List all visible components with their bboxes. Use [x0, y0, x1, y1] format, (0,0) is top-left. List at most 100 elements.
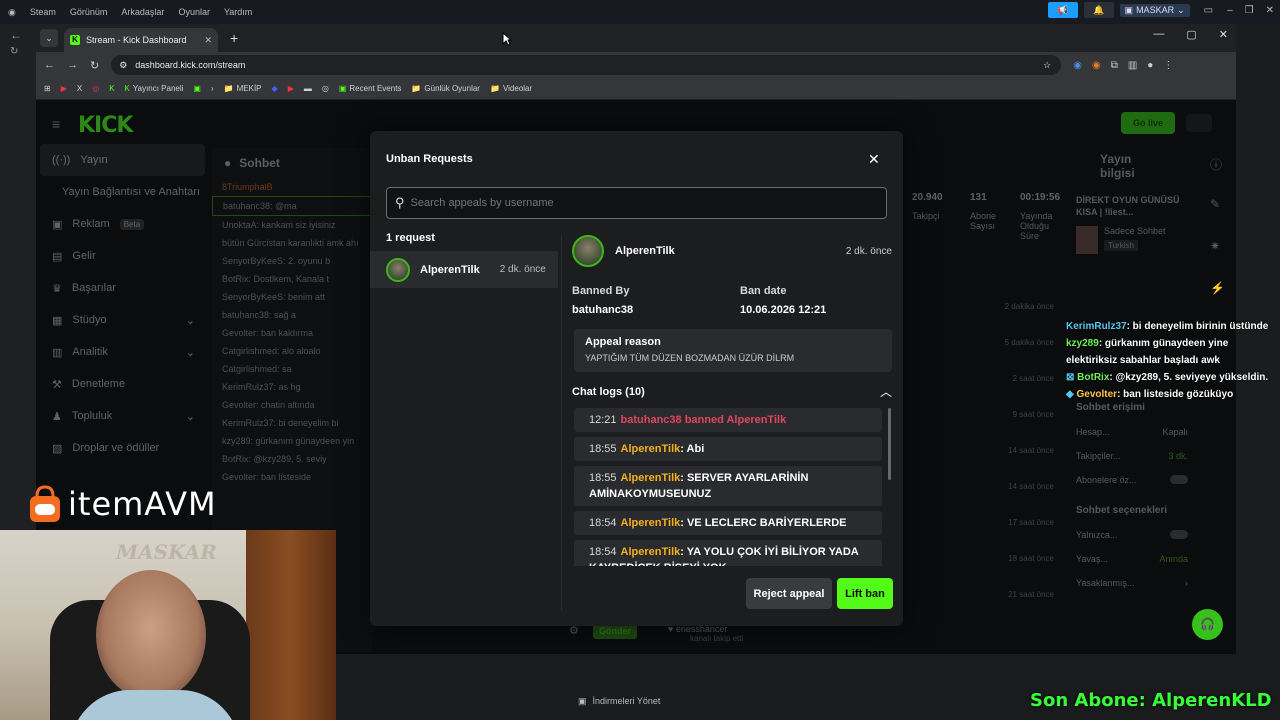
apps-grid-icon[interactable]: ⊞: [44, 84, 51, 93]
sidebar-item-yayin[interactable]: ((·)) Yayın: [40, 144, 205, 176]
reject-appeal-button[interactable]: Reject appeal: [746, 578, 832, 609]
sidebar-item-stream-key[interactable]: Yayın Bağlantısı ve Anahtarı: [40, 176, 205, 208]
download-manager-button[interactable]: ▣ İndirmeleri Yönet: [578, 696, 660, 707]
chat-logs-toggle[interactable]: Chat logs (10) ︿: [572, 383, 892, 400]
setting-row[interactable]: Hesap... Kapalı: [1076, 427, 1188, 437]
back-arrow-icon[interactable]: ←: [10, 28, 36, 42]
kick-logo[interactable]: KICK: [78, 113, 133, 138]
studio-icon: ▦: [52, 314, 63, 327]
bookmark-yayinci-paneli[interactable]: K Yayıncı Paneli: [125, 84, 184, 93]
extension-icon[interactable]: ◉: [1073, 60, 1082, 71]
forward-icon[interactable]: →: [67, 59, 78, 71]
x-icon[interactable]: X: [77, 84, 82, 93]
extension-icon[interactable]: ◉: [1092, 60, 1101, 71]
bookmark-videolar[interactable]: 📁 Videolar: [490, 84, 532, 93]
steam-user-menu[interactable]: ▣ MASKAR ⌄: [1119, 3, 1190, 17]
chat-message: KerimRulz37: bi deneyelim bi: [222, 418, 339, 428]
reload-icon[interactable]: ↻: [90, 59, 99, 72]
youtube-icon[interactable]: ▶: [61, 84, 67, 93]
setting-row[interactable]: Yasaklanmış... ›: [1076, 578, 1188, 588]
appeal-username: AlperenTilk: [615, 245, 675, 257]
instagram-icon[interactable]: ◎: [92, 84, 99, 93]
info-icon[interactable]: ⓘ: [1210, 156, 1232, 173]
megaphone-icon[interactable]: 📢: [1047, 2, 1078, 18]
toggle-switch[interactable]: [1170, 475, 1188, 484]
stream-overlay-chat: KerimRulz37: bi deneyelim birinin üstünd…: [1066, 318, 1280, 403]
sidebar-item-gelir[interactable]: ▤ Gelir: [40, 240, 205, 272]
sidebar-item-topluluk[interactable]: ♟ Topluluk ⌄: [40, 400, 205, 432]
toggle-switch[interactable]: [1170, 530, 1188, 539]
setting-row[interactable]: Yavaş... Anında: [1076, 554, 1188, 564]
lift-ban-button[interactable]: Lift ban: [837, 578, 893, 609]
sidebar-item-analitik[interactable]: ▥ Analitik ⌄: [40, 336, 205, 368]
setting-row[interactable]: Takipçiler... 3 dk.: [1076, 451, 1188, 461]
site-info-icon[interactable]: ⚙: [119, 60, 127, 71]
tab-close-icon[interactable]: ✕: [204, 35, 212, 46]
restore-icon[interactable]: ❐: [1245, 5, 1254, 16]
window-minimize-icon[interactable]: —: [1153, 28, 1164, 41]
request-list-item[interactable]: AlperenTilk 2 dk. önce: [370, 251, 558, 288]
bookmark-recent-events[interactable]: ▣ Recent Events: [339, 84, 402, 93]
bookmark-gunluk-oyunlar[interactable]: 📁 Günlük Oyunlar: [411, 84, 480, 93]
bookmark-icon[interactable]: ▣: [193, 84, 201, 93]
kick-bookmark-icon[interactable]: K: [109, 84, 114, 93]
beta-badge: Beta: [119, 218, 145, 230]
hamburger-icon[interactable]: ≡: [52, 116, 60, 132]
puzzle-icon[interactable]: ⧉: [1111, 60, 1118, 71]
bookmark-mekip[interactable]: 📁 MEKİP: [224, 84, 262, 93]
setting-row[interactable]: Abonelere öz...: [1076, 475, 1188, 485]
profile-avatar[interactable]: [1186, 114, 1212, 132]
chat-logs-scrollbar[interactable]: [888, 408, 891, 480]
steam-menu-help[interactable]: Yardım: [224, 7, 252, 17]
pencil-icon[interactable]: ✎: [1210, 197, 1232, 211]
bookmark-icon[interactable]: ›: [211, 84, 214, 93]
sidebar-item-studyo[interactable]: ▦ Stüdyo ⌄: [40, 304, 205, 336]
bolt-icon[interactable]: ⚡: [1210, 281, 1232, 295]
youtube-icon[interactable]: ▶: [288, 84, 294, 93]
refresh-icon[interactable]: ↻: [10, 46, 36, 57]
chat-message: SenyorByKeeS: 2. oyunu b: [222, 256, 331, 266]
steam-menu-friends[interactable]: Arkadaşlar: [121, 7, 164, 17]
sidepanel-icon[interactable]: ▥: [1128, 60, 1137, 71]
appeal-reason-label: Appeal reason: [585, 336, 661, 348]
support-headset-button[interactable]: 🎧: [1192, 609, 1223, 640]
setting-row[interactable]: Yalnızca...: [1076, 530, 1188, 540]
search-appeals-field[interactable]: ⚲: [386, 187, 887, 219]
go-live-button[interactable]: Go live: [1121, 112, 1175, 134]
minimize-icon[interactable]: –: [1227, 5, 1233, 16]
back-icon[interactable]: ←: [44, 59, 55, 71]
close-icon[interactable]: ✕: [868, 151, 880, 168]
bookmark-icon[interactable]: ◆: [272, 84, 278, 93]
window-maximize-icon[interactable]: ▢: [1186, 28, 1196, 41]
bookmark-star-icon[interactable]: ☆: [1043, 60, 1051, 71]
sidebar-item-denetleme[interactable]: ⚒ Denetleme: [40, 368, 205, 400]
monitor-icon[interactable]: ▭: [1204, 5, 1213, 16]
chat-message: Catgirlishmed: sa: [222, 364, 292, 374]
chat-log-row: 12:21 batuhanc38 banned AlperenTilk: [574, 408, 882, 432]
chat-log-row: 18:55 AlperenTilk: SERVER AYARLARİNİN AMİ…: [574, 466, 882, 506]
sidebar-item-basarilar[interactable]: ♛ Başarılar: [40, 272, 205, 304]
bookmark-icon[interactable]: ▬: [304, 84, 312, 93]
chat-logs-list[interactable]: 12:21 batuhanc38 banned AlperenTilk 18:55…: [574, 408, 882, 566]
steam-menu-steam[interactable]: Steam: [30, 7, 56, 17]
tab-search-button[interactable]: ⌄: [40, 29, 58, 47]
search-input[interactable]: [410, 197, 871, 209]
steam-menu-view[interactable]: Görünüm: [70, 7, 108, 17]
bell-icon[interactable]: 🔔: [1083, 2, 1114, 18]
chat-options-title: Sohbet seçenekleri: [1076, 505, 1168, 516]
steam-menu-games[interactable]: Oyunlar: [178, 7, 210, 17]
request-count: 1 request: [386, 232, 435, 244]
sidebar-item-droplar[interactable]: ▨ Droplar ve ödüller: [40, 432, 205, 464]
settings-icon[interactable]: ✷: [1210, 239, 1232, 253]
url-field[interactable]: ⚙ dashboard.kick.com/stream ☆: [111, 55, 1062, 75]
browser-tab[interactable]: K Stream - Kick Dashboard ✕: [64, 28, 218, 52]
new-tab-button[interactable]: +: [230, 30, 238, 46]
bookmark-icon[interactable]: ◎: [322, 84, 329, 93]
profile-avatar[interactable]: ●: [1147, 60, 1153, 71]
window-close-icon[interactable]: ✕: [1219, 28, 1228, 41]
chat-message: UnoktaA: kankam siz iyisiniz: [222, 220, 336, 230]
close-icon[interactable]: ✕: [1266, 5, 1274, 16]
sidebar-item-reklam[interactable]: ▣ Reklam Beta: [40, 208, 205, 240]
menu-dots-icon[interactable]: ⋮: [1163, 60, 1173, 71]
steam-logo-icon[interactable]: ◉: [8, 7, 16, 18]
